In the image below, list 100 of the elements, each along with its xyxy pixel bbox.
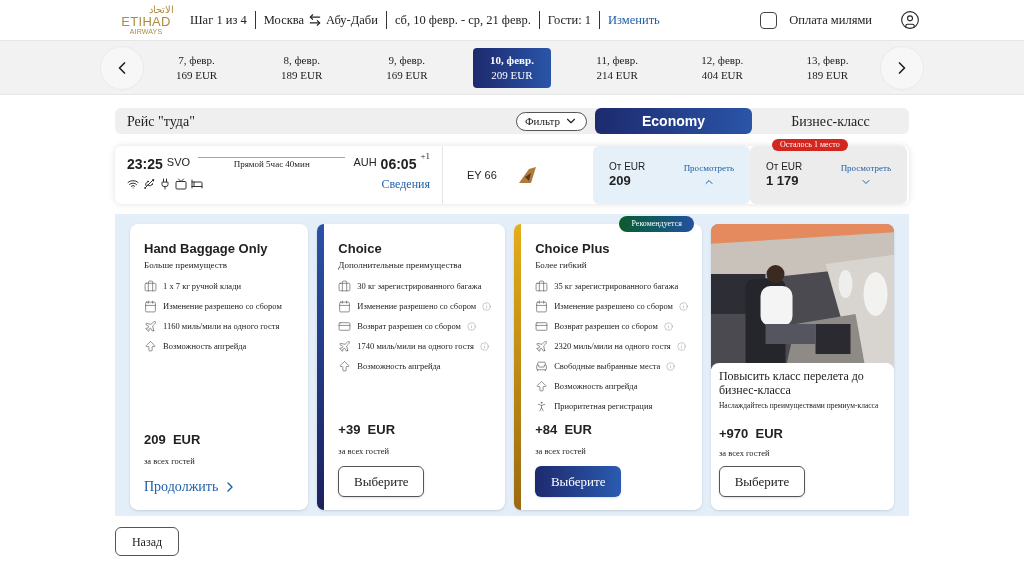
wifi-icon: [127, 178, 139, 190]
bed-icon: [191, 178, 203, 190]
info-icon[interactable]: [663, 322, 673, 332]
price-note: за всех гостей: [535, 445, 587, 458]
upgrade-title: Повысить класс перелета до бизнес-класса: [718, 369, 865, 397]
info-icon[interactable]: [666, 362, 676, 372]
price-note: за всех гостей: [144, 455, 196, 468]
up-arrow-icon: [144, 340, 157, 354]
fare-from-label: От EUR: [766, 160, 803, 174]
plane-icon: [144, 320, 157, 334]
feature-text: Изменение разрешено со сбором: [357, 300, 477, 314]
feature-text: Свободные выбранные места: [554, 360, 661, 374]
view-link[interactable]: Просмотреть: [683, 162, 734, 176]
fare-amount: 1 179: [766, 173, 800, 190]
info-icon[interactable]: [676, 342, 686, 352]
fare-title: Choice Plus: [535, 241, 611, 258]
plane-icon: [338, 340, 352, 354]
fare-tile[interactable]: От EUR 1 179 Просмотреть: [750, 146, 907, 204]
filter-button[interactable]: Фильтр: [515, 111, 587, 131]
feature-text: 1160 миль/мили на одного гостя: [163, 320, 280, 334]
select-button[interactable]: Выберите: [535, 466, 622, 497]
price-note: за всех гостей: [718, 447, 771, 460]
seat-icon: [535, 360, 549, 374]
fare-amount: 209: [609, 173, 632, 190]
step-text: Шаг 1 из 4: [190, 10, 256, 30]
flight-number: EY 66: [467, 167, 497, 183]
view-link[interactable]: Просмотреть: [840, 162, 891, 176]
select-button[interactable]: Выберите: [338, 466, 425, 497]
tv-icon: [175, 178, 187, 190]
feature-text: 30 кг зарегистрированного багажа: [357, 280, 482, 294]
fare-title: Choice: [338, 241, 383, 258]
date-tab[interactable]: 13, февр. 189 EUR: [788, 47, 867, 88]
upgrade-price: +970 EUR: [718, 424, 784, 443]
next-button[interactable]: [880, 45, 924, 90]
feature-text: Изменение разрешено со сбором: [554, 300, 673, 314]
origin-city: Москва: [263, 11, 305, 29]
miles-checkbox[interactable]: [760, 11, 778, 29]
back-button[interactable]: Назад: [115, 527, 179, 556]
feature-text: 2320 миль/мили на одного гостя: [554, 340, 671, 354]
date-tab[interactable]: 10, февр. 209 EUR: [473, 47, 551, 88]
feature-text: 1 x 7 кг ручной клади: [163, 280, 242, 294]
date-tab[interactable]: 8, февр. 189 EUR: [262, 47, 341, 88]
fare-price: +84 EUR: [535, 420, 593, 439]
suitcase-icon: [338, 280, 352, 294]
calendar-icon: [535, 300, 549, 314]
details-link[interactable]: Сведения: [381, 175, 430, 193]
tail-logo-icon: [516, 165, 537, 185]
recommended-badge: Рекомендуется: [619, 216, 694, 232]
section-title: Рейс "туда": [127, 112, 195, 131]
fare-subtitle: Больше преимуществ: [144, 259, 228, 273]
feature-text: Изменение разрешено со сбором: [163, 300, 282, 314]
fare-subtitle: Дополнительные преимущества: [338, 259, 463, 273]
day-offset: +1: [420, 150, 430, 163]
feature-text: Возможность апгрейда: [554, 380, 638, 394]
info-icon[interactable]: [678, 302, 688, 312]
up-arrow-icon: [535, 380, 549, 394]
info-icon[interactable]: [479, 342, 489, 352]
cabin-tab[interactable]: Economy: [595, 108, 752, 134]
select-button[interactable]: Выберите: [718, 466, 805, 497]
continue-link[interactable]: Продолжить: [144, 476, 295, 497]
calendar-icon: [144, 300, 157, 314]
previous-button[interactable]: [100, 45, 144, 90]
fare-tile[interactable]: От EUR 209 Просмотреть: [593, 146, 750, 204]
info-icon[interactable]: [467, 322, 476, 332]
date-tab[interactable]: 9, февр. 169 EUR: [367, 47, 446, 88]
feature-text: Возможность апгрейда: [357, 360, 441, 374]
feature-text: Возврат разрешен со сбором: [554, 320, 658, 334]
departure-time: 23:25: [127, 155, 163, 174]
miles-label: Оплата милями: [789, 11, 872, 29]
change-link[interactable]: Изменить: [600, 10, 668, 30]
calendar-icon: [338, 300, 352, 314]
departure-code: SVO: [166, 155, 191, 170]
seats-left-badge: Осталось 1 место: [772, 139, 848, 151]
up-arrow-icon: [338, 360, 352, 374]
price-note: за всех гостей: [338, 445, 390, 458]
destination-city: Абу-Даби: [326, 11, 378, 29]
usb-icon: [143, 178, 155, 190]
date-tab[interactable]: 11, февр. 214 EUR: [578, 47, 657, 88]
card-icon: [535, 320, 549, 334]
plug-icon: [159, 178, 171, 190]
fare-from-label: От EUR: [609, 160, 646, 174]
feature-text: Возврат разрешен со сбором: [357, 320, 461, 334]
fare-title: Hand Baggage Only: [144, 241, 269, 258]
date-tab[interactable]: 7, февр. 169 EUR: [157, 47, 236, 88]
arrival-code: AUH: [353, 155, 377, 170]
info-icon[interactable]: [482, 302, 492, 312]
feature-text: Приоритетная регистрация: [554, 400, 653, 414]
travel-dates: сб, 10 февр. - ср, 21 февр.: [386, 10, 540, 30]
date-tab[interactable]: 12, февр. 404 EUR: [683, 47, 762, 88]
feature-text: 1740 миль/мили на одного гостя: [357, 340, 474, 354]
guests-count: Гости: 1: [539, 10, 601, 30]
fare-price: +39 EUR: [338, 420, 397, 439]
suitcase-icon: [144, 280, 157, 294]
round-trip-icon: [308, 13, 323, 27]
plane-icon: [535, 340, 549, 354]
user-icon[interactable]: [900, 10, 920, 30]
fare-subtitle: Более гибкий: [535, 259, 588, 273]
cabin-tab[interactable]: Бизнес-класс: [752, 108, 909, 134]
duration-text: Прямой 5час 40мин: [233, 158, 310, 172]
suitcase-icon: [535, 280, 549, 294]
